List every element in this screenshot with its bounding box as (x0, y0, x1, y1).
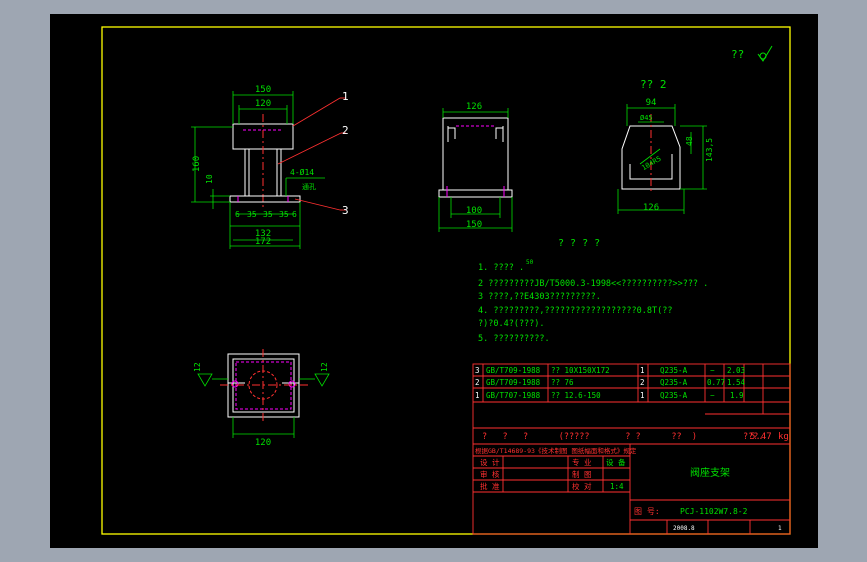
plan-dim-left12: 12 (193, 362, 202, 372)
title-col-check: 校 对 (572, 481, 592, 491)
dim-b35b: 35 (263, 210, 273, 219)
title-val-scale: 1:4 (610, 482, 624, 491)
detail-dim-94: 94 (646, 98, 657, 108)
drawing-svg: ?? 150 120 160 10 4-Ø14 通孔 6 35 35 35 6 … (101, 26, 791, 535)
detail-dim-126: 126 (643, 203, 659, 213)
bom-weight: 5.47 (750, 432, 772, 442)
detail-title: ?? 2 (640, 78, 667, 91)
drawing-no-label: 图 号: (634, 507, 660, 516)
bom-row3-qty: 1 (640, 366, 645, 375)
side-dim-100: 100 (466, 206, 482, 216)
bom-row1-unit: − (710, 391, 715, 400)
note-1: 1. ???? . (478, 263, 524, 273)
bom-row2-std: GB/T709-1988 (486, 378, 541, 387)
bom-row1-qty: 1 (640, 391, 645, 400)
note-5: 5. ??????????. (478, 334, 550, 344)
detail-dim-48: 48 (685, 136, 694, 146)
title-bottom-sheet: 1 (778, 525, 782, 532)
detail-view (617, 104, 707, 214)
roughness-icon (757, 45, 773, 62)
dim-160: 160 (192, 156, 202, 172)
bom-row2-total: 1.54 (727, 378, 746, 387)
title-grid (472, 443, 791, 535)
bom-row2-no: 2 (475, 378, 480, 387)
notes-heading: ? ? ? ? (558, 238, 600, 249)
bom-row3-no: 3 (475, 366, 480, 375)
note-3: 3 ????,??E4303?????????. (478, 292, 601, 302)
dim-172: 172 (255, 237, 271, 247)
title-col-draw: 制 图 (572, 469, 592, 479)
viewport: ?? 150 120 160 10 4-Ø14 通孔 6 35 35 35 6 … (0, 0, 867, 562)
bom-row3-total: 2.03 (727, 366, 745, 375)
bom-row2-unit: 0.77 (707, 378, 725, 387)
plan-dim-120: 120 (255, 438, 271, 448)
title-bottom-date: 2008.8 (673, 525, 695, 532)
detail-dim-143: 143,5 (705, 138, 714, 162)
dim-b6b: 6 (292, 210, 297, 219)
title-row-review: 审 核 (480, 469, 500, 479)
title-row-approve: 批 准 (480, 481, 500, 491)
bom-row2-mat: Q235-A (660, 378, 688, 387)
side-dim-150: 150 (466, 220, 482, 230)
drawing-title: 阀座支架 (690, 466, 730, 479)
title-row-design: 设 计 (480, 457, 500, 467)
bom-row1-total: 1.9 (730, 391, 744, 400)
side-dim-126: 126 (466, 102, 482, 112)
balloon-3: 3 (342, 204, 349, 217)
bom-row3-unit: − (710, 366, 715, 375)
title-col-major: 专 业 (572, 457, 592, 467)
bom-weight-unit: kg (778, 432, 789, 442)
note-4b: ?)?0.4?(???). (478, 319, 545, 329)
title-val-major: 设 备 (606, 457, 626, 467)
plan-dim-right12: 12 (320, 362, 329, 372)
cad-canvas[interactable]: ?? 150 120 160 10 4-Ø14 通孔 6 35 35 35 6 … (50, 14, 818, 548)
bom-row2-qty: 2 (640, 378, 645, 387)
dim-b6a: 6 (235, 210, 240, 219)
bom-header: ? ? ? (????? ? ? ?? ) ???. (482, 432, 763, 442)
bom-row3-std: GB/T709-1988 (486, 366, 541, 375)
balloon-1: 1 (342, 90, 349, 103)
bom-row1-no: 1 (475, 391, 480, 400)
plan-view (197, 349, 330, 438)
dim-hole-sub: 通孔 (302, 182, 316, 191)
note-4: 4. ?????????,??????????????????0.8T(?? (478, 306, 672, 316)
note-2: 2 ?????????JB/T5000.3-1998<<??????????>>… (478, 279, 708, 289)
dim-120: 120 (255, 99, 271, 109)
balloon-2: 2 (342, 124, 349, 137)
bom-row1-name: ?? 12.6-150 (551, 391, 601, 400)
dim-10: 10 (205, 174, 214, 184)
dim-b35c: 35 (279, 210, 289, 219)
dim-hole: 4-Ø14 (290, 167, 314, 177)
dim-150: 150 (255, 85, 271, 95)
bom-row2-name: ?? 76 (551, 378, 574, 387)
bom-row1-mat: Q235-A (660, 391, 688, 400)
bom-row3-mat: Q235-A (660, 366, 688, 375)
roughness-text: ?? (731, 48, 744, 61)
detail-dim-hole: Ø45 (640, 114, 653, 122)
drawing-no: PCJ-1102W7.8-2 (680, 507, 748, 516)
dim-b35a: 35 (247, 210, 257, 219)
front-view (191, 91, 346, 249)
bom-row3-name: ?? 10X150X172 (551, 366, 610, 375)
title-note-row: 根据GB/T14689-93《技术制图 图纸幅面和格式》规定 (475, 446, 637, 455)
notes-sup: 50 (526, 259, 534, 266)
bom-row1-std: GB/T707-1988 (486, 391, 541, 400)
